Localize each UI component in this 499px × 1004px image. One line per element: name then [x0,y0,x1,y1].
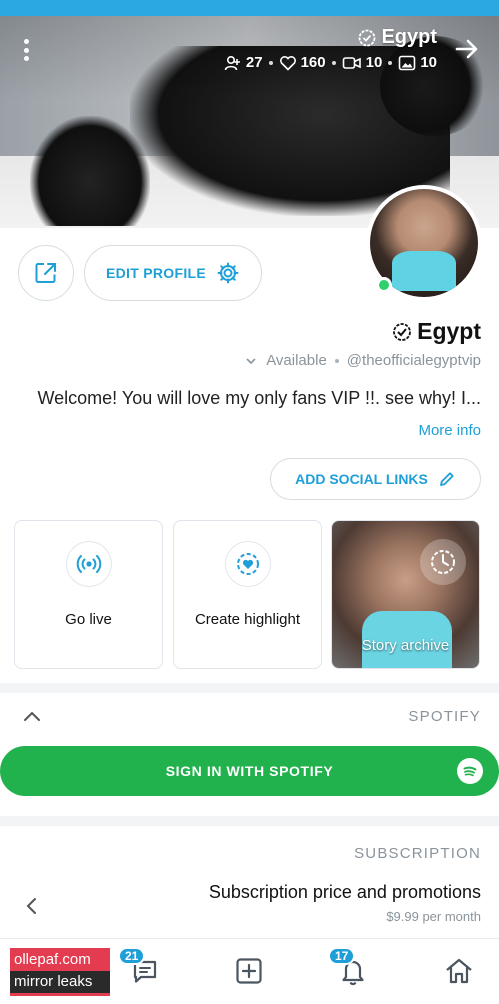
avatar[interactable] [366,185,482,301]
status-bar [0,0,499,16]
notifications-badge: 17 [328,947,356,965]
add-square-icon [236,958,262,984]
videos-stat: 10 [342,54,383,71]
clock-icon [420,539,466,585]
fans-count: 27 [245,54,263,71]
sign-in-spotify-button[interactable]: SIGN IN WITH SPOTIFY [0,746,499,796]
gear-icon [217,262,239,284]
verified-icon [393,322,412,341]
watermark: ollepaf.com mirror leaks [10,948,110,996]
separator-dot [334,358,339,363]
subscription-price-title: Subscription price and promotions [208,882,481,902]
story-archive-card[interactable]: Story archive [331,520,480,669]
dot-icon [23,47,29,53]
watermark-line2: mirror leaks [10,971,110,993]
heart-icon [279,55,296,71]
watermark-line1: ollepaf.com [14,951,91,968]
cover-profile-name: Egypt [357,26,437,49]
section-divider [0,683,499,693]
go-live-label: Go live [65,611,112,628]
share-icon [35,263,56,283]
fans-stat: 27 [224,54,263,71]
dot-icon [23,56,29,61]
spotify-icon [457,758,483,784]
more-options-button[interactable] [14,36,38,64]
section-divider [0,816,499,826]
nav-add-post[interactable] [229,951,269,991]
cover-name-text: Egypt [381,26,437,48]
separator-dot [388,60,393,65]
live-icon [65,541,112,587]
edit-profile-button[interactable]: EDIT PROFILE [84,245,262,301]
share-profile-button[interactable] [18,245,74,301]
create-highlight-card[interactable]: Create highlight [173,520,322,669]
avatar-outfit [392,251,456,291]
profile-handle: @theofficialegyptvip [346,352,481,369]
photos-stat: 10 [398,54,437,71]
profile-name-text: Egypt [417,318,481,344]
pencil-icon [439,472,454,486]
cover-stats: 27 160 10 10 [224,54,437,71]
status-selector[interactable]: Available [266,352,327,369]
verified-icon [359,29,376,46]
add-social-links-label: ADD SOCIAL LINKS [295,471,428,487]
fans-icon [224,55,240,70]
more-info-link[interactable]: More info [418,422,481,439]
photos-count: 10 [420,54,437,71]
profile-name: Egypt [391,318,481,345]
subscription-price-value: $9.99 per month [386,909,481,924]
story-archive-label: Story archive [361,637,450,654]
chevron-down-icon[interactable] [244,354,258,368]
chevron-up-icon[interactable] [20,705,44,729]
videos-count: 10 [365,54,383,71]
subscription-price-row[interactable]: Subscription price and promotions $9.99 … [0,876,499,934]
separator-dot [331,60,336,65]
home-icon [446,958,472,984]
add-social-links-button[interactable]: ADD SOCIAL LINKS [270,458,481,500]
spotify-section-title: SPOTIFY [408,708,481,725]
video-icon [342,56,361,69]
create-highlight-label: Create highlight [194,611,301,628]
profile-bio: Welcome! You will love my only fans VIP … [37,388,481,408]
chevron-left-icon [26,898,36,914]
sign-in-spotify-label: SIGN IN WITH SPOTIFY [165,763,334,779]
image-icon [399,55,416,70]
messages-badge: 21 [118,947,146,965]
likes-stat: 160 [279,54,326,71]
dot-icon [23,39,29,44]
arrow-right-icon[interactable] [452,34,482,64]
subscription-section-title: SUBSCRIPTION [354,845,481,862]
edit-profile-label: EDIT PROFILE [105,265,207,281]
likes-count: 160 [300,54,326,71]
handle-row: Available @theofficialegyptvip [244,352,481,369]
go-live-card[interactable]: Go live [14,520,163,669]
online-indicator [376,277,392,293]
separator-dot [268,60,273,65]
highlight-icon [224,541,271,587]
nav-home[interactable] [439,951,479,991]
